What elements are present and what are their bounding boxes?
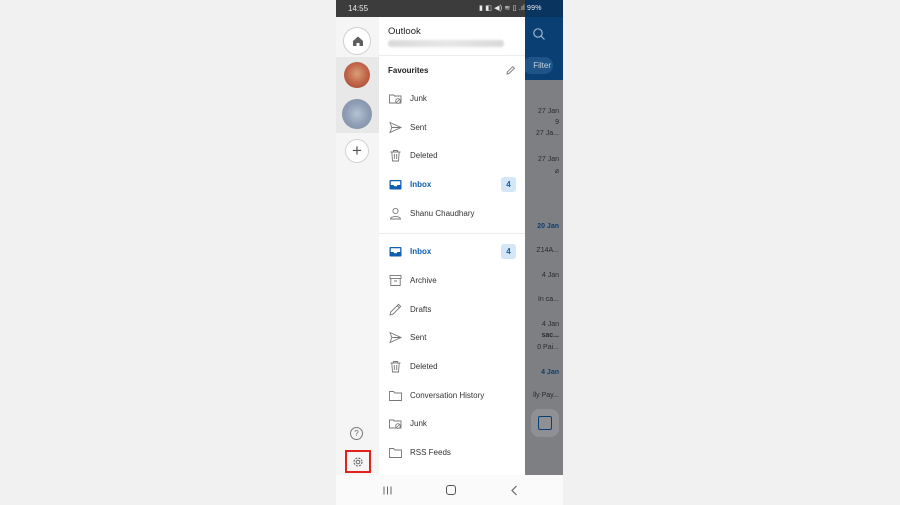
folder-drafts[interactable]: Drafts <box>379 296 525 324</box>
folder-label: Archive <box>410 276 437 285</box>
folder-label: RSS Feeds <box>410 448 451 457</box>
account-avatar-selected[interactable] <box>342 99 372 129</box>
background-mail-list: Filter 27 Jan 9 27 Ja... 27 Jan ⌀ 20 Jan… <box>523 0 563 475</box>
bg-date: 27 Jan <box>537 108 559 115</box>
folder-icon <box>389 448 402 458</box>
favourite-deleted[interactable]: Deleted <box>379 142 525 170</box>
unread-count-badge: 4 <box>501 244 516 259</box>
bg-snippet: lly Pay... <box>533 392 559 399</box>
folder-label: Deleted <box>410 362 438 371</box>
inbox-icon <box>389 247 402 257</box>
back-icon[interactable] <box>510 485 518 496</box>
folder-label: Inbox <box>410 247 432 256</box>
folder-conversation-history[interactable]: Conversation History <box>379 382 525 410</box>
folder-junk[interactable]: Junk <box>379 410 525 438</box>
bg-date: 4 Jan <box>541 369 559 376</box>
person-icon <box>390 207 401 220</box>
status-bar: 14:55 ▮ ◧ ◀) ≋ ▯ .ıl 99% <box>336 0 563 17</box>
home-button[interactable] <box>343 27 371 55</box>
bg-snippet: Z14A... <box>536 247 559 254</box>
folder-inbox[interactable]: Inbox 4 <box>379 238 525 266</box>
junk-icon <box>389 419 402 429</box>
folder-label: Sent <box>410 333 427 342</box>
divider <box>379 233 525 234</box>
home-icon <box>353 36 363 46</box>
deleted-icon <box>390 361 401 373</box>
status-icons: ▮ ◧ ◀) ≋ ▯ .ıl 99% <box>479 4 542 12</box>
folder-sent[interactable]: Sent <box>379 324 525 352</box>
bg-date: 27 Ja... <box>536 130 559 137</box>
bg-date: 27 Jan <box>537 156 559 163</box>
favourite-junk[interactable]: Junk <box>379 85 525 113</box>
recent-apps-icon[interactable] <box>383 486 392 495</box>
favourites-header: Favourites <box>379 57 525 85</box>
favourites-label: Favourites <box>388 66 429 75</box>
bg-count: 9 <box>555 119 559 126</box>
bg-date: 4 Jan <box>541 321 559 328</box>
app-title: Outlook <box>388 26 421 37</box>
folder-archive[interactable]: Archive <box>379 267 525 295</box>
filter-button: Filter <box>523 57 553 74</box>
attachment-icon: ⌀ <box>554 168 559 175</box>
archive-icon <box>389 275 402 286</box>
folder-drawer: Outlook Favourites Junk Sent Deleted Inb… <box>379 17 525 475</box>
gear-icon <box>353 457 363 467</box>
search-icon <box>533 28 545 40</box>
divider <box>379 55 525 56</box>
bg-snippet: sac... <box>541 332 559 339</box>
folder-label: Shanu Chaudhary <box>410 209 475 218</box>
settings-button[interactable] <box>345 450 371 473</box>
system-navigation-bar <box>336 475 563 505</box>
junk-icon <box>389 94 402 104</box>
compose-icon <box>538 416 552 430</box>
folder-label: Deleted <box>410 151 438 160</box>
inbox-icon <box>389 180 402 190</box>
account-rail: + ? <box>336 17 379 475</box>
unread-count-badge: 4 <box>501 177 516 192</box>
favourite-person[interactable]: Shanu Chaudhary <box>379 200 525 228</box>
phone-screen: Filter 27 Jan 9 27 Ja... 27 Jan ⌀ 20 Jan… <box>336 0 563 505</box>
folder-label: Drafts <box>410 305 432 314</box>
account-email <box>388 40 504 47</box>
edit-favourites-icon[interactable] <box>505 65 516 76</box>
home-nav-icon[interactable] <box>446 485 456 495</box>
bg-snippet: In ca... <box>537 296 559 303</box>
compose-button <box>531 409 559 437</box>
favourite-sent[interactable]: Sent <box>379 114 525 142</box>
status-icon-glyphs: ▮ ◧ ◀) ≋ ▯ .ıl <box>479 5 525 12</box>
favourite-inbox[interactable]: Inbox 4 <box>379 171 525 199</box>
account-avatar[interactable] <box>344 62 370 88</box>
help-icon[interactable]: ? <box>350 427 363 440</box>
sent-icon <box>389 121 403 134</box>
drafts-icon <box>389 303 402 316</box>
folder-label: Junk <box>410 94 427 103</box>
folder-icon <box>389 391 402 401</box>
add-account-button[interactable]: + <box>345 139 369 163</box>
bg-snippet: 0 Pai... <box>537 344 559 351</box>
deleted-icon <box>390 150 401 162</box>
folder-label: Conversation History <box>410 391 485 400</box>
status-time: 14:55 <box>348 4 369 13</box>
folder-label: Sent <box>410 123 427 132</box>
folder-label: Junk <box>410 419 427 428</box>
battery-level: 99% <box>527 5 542 12</box>
bg-date: 4 Jan <box>541 272 559 279</box>
sent-icon <box>389 331 403 344</box>
folder-label: Inbox <box>410 180 432 189</box>
folder-deleted[interactable]: Deleted <box>379 353 525 381</box>
bg-date: 20 Jan <box>537 223 559 230</box>
folder-rss-feeds[interactable]: RSS Feeds <box>379 439 525 467</box>
